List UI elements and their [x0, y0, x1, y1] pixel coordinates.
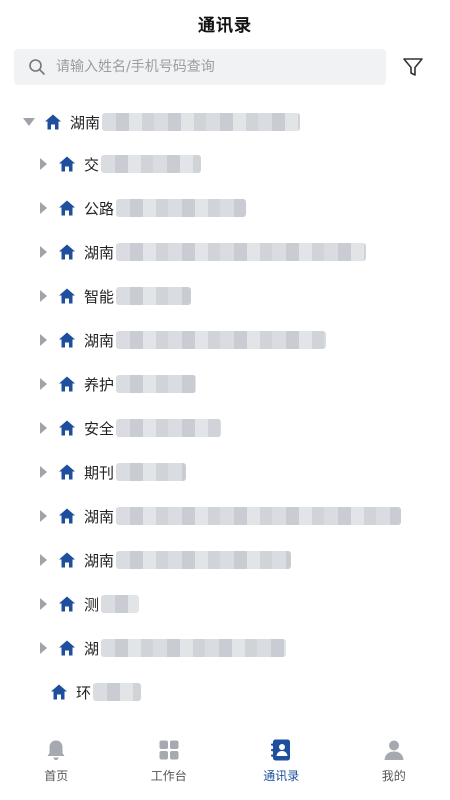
contacts-book-icon: [271, 739, 291, 761]
page-title: 通讯录: [198, 15, 252, 36]
caret-right-icon[interactable]: [36, 157, 50, 171]
tree-node-label: 湖南: [70, 113, 101, 132]
house-icon: [59, 288, 75, 304]
tree-node-label: 湖南: [84, 331, 115, 350]
caret-right-icon[interactable]: [36, 333, 50, 347]
house-icon: [59, 552, 75, 568]
caret-right-icon[interactable]: [36, 245, 50, 259]
search-input[interactable]: [54, 58, 368, 76]
tree-node-label: 环: [76, 683, 92, 702]
house-icon: [45, 114, 61, 130]
redacted-text: [93, 683, 142, 701]
house-icon: [59, 244, 75, 260]
caret-right-icon[interactable]: [36, 421, 50, 435]
redacted-text: [116, 199, 247, 217]
redacted-text: [116, 243, 367, 261]
redacted-text: [116, 331, 327, 349]
redacted-text: [116, 551, 292, 569]
caret-right-icon[interactable]: [36, 509, 50, 523]
tree-node[interactable]: 测: [36, 582, 140, 626]
caret-right-icon[interactable]: [36, 201, 50, 215]
page-header: 通讯录: [0, 0, 450, 46]
tree-node[interactable]: 湖南: [36, 230, 367, 274]
tab-contacts[interactable]: 通讯录: [225, 724, 338, 800]
house-icon: [51, 684, 67, 700]
bell-icon: [47, 740, 65, 760]
redacted-text: [101, 639, 287, 657]
house-icon: [59, 640, 75, 656]
house-icon: [59, 332, 75, 348]
redacted-text: [116, 287, 192, 305]
tree-node[interactable]: 养护: [36, 362, 197, 406]
tree-node-label: 湖南: [84, 507, 115, 526]
org-tree: 湖南 交 公路 湖南 智能 湖南 养护 安全 期刊 湖南 湖南 测 湖 环: [0, 100, 450, 710]
tab-label: 我的: [381, 769, 406, 783]
caret-right-icon[interactable]: [36, 377, 50, 391]
user-icon: [384, 740, 404, 760]
tree-node[interactable]: 公路: [36, 186, 247, 230]
tree-node-label: 湖南: [84, 243, 115, 262]
tree-node-label: 养护: [84, 375, 115, 394]
tree-node-label: 安全: [84, 419, 115, 438]
filter-button[interactable]: [400, 54, 426, 80]
tree-node[interactable]: 期刊: [36, 450, 187, 494]
redacted-text: [116, 507, 402, 525]
tab-workbench[interactable]: 工作台: [113, 724, 226, 800]
tree-node[interactable]: 湖南: [36, 318, 327, 362]
tree-node[interactable]: 湖: [36, 626, 287, 670]
tab-home[interactable]: 首页: [0, 724, 113, 800]
search-bar[interactable]: [14, 49, 386, 85]
tab-label: 通讯录: [263, 769, 300, 783]
tree-node-label: 湖: [84, 639, 100, 658]
caret-down-icon[interactable]: [22, 115, 36, 129]
caret-right-icon[interactable]: [36, 597, 50, 611]
house-icon: [59, 596, 75, 612]
house-icon: [59, 200, 75, 216]
redacted-text: [116, 463, 187, 481]
redacted-text: [116, 375, 197, 393]
house-icon: [59, 464, 75, 480]
tree-node-label: 测: [84, 595, 100, 614]
tree-node-label: 智能: [84, 287, 115, 306]
caret-right-icon[interactable]: [36, 465, 50, 479]
tree-node[interactable]: 智能: [36, 274, 192, 318]
tree-node-label: 交: [84, 155, 100, 174]
tree-node-label: 湖南: [84, 551, 115, 570]
caret-right-icon[interactable]: [36, 641, 50, 655]
caret-right-icon[interactable]: [36, 289, 50, 303]
search-icon: [29, 59, 45, 75]
tree-node[interactable]: 湖南: [36, 538, 292, 582]
tab-label: 工作台: [150, 769, 187, 783]
house-icon: [59, 156, 75, 172]
caret-right-icon[interactable]: [36, 553, 50, 567]
tab-label: 首页: [44, 769, 69, 783]
house-icon: [59, 376, 75, 392]
filter-icon: [403, 58, 423, 76]
bottom-tab-bar: 首页 工作台 通讯录 我的: [0, 724, 450, 800]
redacted-text: [102, 113, 301, 131]
tree-node[interactable]: 湖南: [36, 494, 402, 538]
tree-node[interactable]: 交: [36, 142, 202, 186]
tree-node-label: 公路: [84, 199, 115, 218]
tree-node-root[interactable]: 湖南: [22, 100, 301, 144]
tab-mine[interactable]: 我的: [338, 724, 450, 800]
redacted-text: [116, 419, 222, 437]
house-icon: [59, 508, 75, 524]
tree-node-leaf[interactable]: 环: [50, 670, 142, 710]
redacted-text: [101, 155, 202, 173]
tree-node-label: 期刊: [84, 463, 115, 482]
redacted-text: [101, 595, 140, 613]
house-icon: [59, 420, 75, 436]
grid-icon: [159, 740, 179, 760]
tree-node[interactable]: 安全: [36, 406, 222, 450]
